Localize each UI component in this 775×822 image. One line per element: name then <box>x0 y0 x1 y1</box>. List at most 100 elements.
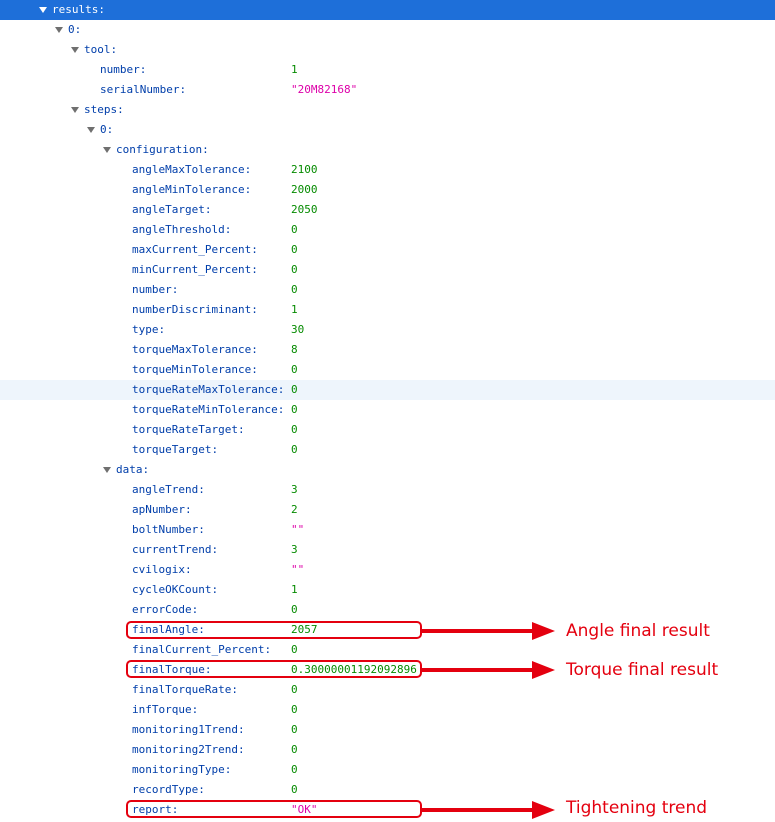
row-value: 0 <box>291 703 298 716</box>
tree-row[interactable]: angleMinTolerance: 2000 <box>0 180 775 200</box>
row-value: 2000 <box>291 183 318 196</box>
highlight-box-final-torque <box>126 660 422 678</box>
row-key: cycleOKCount: <box>132 583 219 596</box>
tree-node-step-0[interactable]: 0: <box>0 120 775 140</box>
row-value: "20M82168" <box>291 83 358 96</box>
row-value: 0 <box>291 763 298 776</box>
tree-row[interactable]: torqueTarget: 0 <box>0 440 775 460</box>
row-value: 0 <box>291 383 298 396</box>
row-value: 0 <box>291 263 298 276</box>
chevron-down-icon[interactable] <box>71 107 79 113</box>
tree-row[interactable]: torqueRateTarget: 0 <box>0 420 775 440</box>
row-key: number: <box>132 283 179 296</box>
row-key: maxCurrent_Percent: <box>132 243 258 256</box>
arrow-right-icon <box>532 661 555 679</box>
tree-row[interactable]: torqueRateMinTolerance: 0 <box>0 400 775 420</box>
annotation-angle: Angle final result <box>566 621 710 641</box>
tree-row[interactable]: apNumber: 2 <box>0 500 775 520</box>
tree-row[interactable]: maxCurrent_Percent: 0 <box>0 240 775 260</box>
tree-node-results[interactable]: results: <box>0 0 775 20</box>
row-value: 0 <box>291 603 298 616</box>
tree-row[interactable]: cycleOKCount: 1 <box>0 580 775 600</box>
tree-row[interactable]: angleTrend: 3 <box>0 480 775 500</box>
row-key: torqueMinTolerance: <box>132 363 258 376</box>
node-label: data: <box>116 463 150 476</box>
row-value: 1 <box>291 583 298 596</box>
tree-row[interactable]: monitoringType: 0 <box>0 760 775 780</box>
row-key: errorCode: <box>132 603 199 616</box>
tree-row[interactable]: minCurrent_Percent: 0 <box>0 260 775 280</box>
row-key: angleMinTolerance: <box>132 183 252 196</box>
node-label: 0: <box>100 123 114 136</box>
tree-row[interactable]: angleThreshold: 0 <box>0 220 775 240</box>
tree-row[interactable]: torqueMinTolerance: 0 <box>0 360 775 380</box>
highlight-box-final-angle <box>126 621 422 639</box>
row-key: torqueMaxTolerance: <box>132 343 258 356</box>
row-key: angleTrend: <box>132 483 205 496</box>
row-value: 8 <box>291 343 298 356</box>
row-value: 0 <box>291 443 298 456</box>
node-label: tool: <box>84 43 118 56</box>
row-value: 0 <box>291 283 298 296</box>
row-value: 1 <box>291 63 298 76</box>
tree-row[interactable]: finalTorqueRate: 0 <box>0 680 775 700</box>
row-key: torqueRateTarget: <box>132 423 245 436</box>
node-label: configuration: <box>116 143 209 156</box>
tree-row[interactable]: infTorque: 0 <box>0 700 775 720</box>
chevron-down-icon[interactable] <box>103 147 111 153</box>
tree-row[interactable]: cvilogix: "" <box>0 560 775 580</box>
tree-row[interactable]: angleMaxTolerance: 2100 <box>0 160 775 180</box>
tree-row[interactable]: angleTarget: 2050 <box>0 200 775 220</box>
row-key: monitoring2Trend: <box>132 743 245 756</box>
tree-row[interactable]: numberDiscriminant: 1 <box>0 300 775 320</box>
row-key: currentTrend: <box>132 543 219 556</box>
tree-row[interactable]: number: 0 <box>0 280 775 300</box>
tree-row[interactable]: torqueMaxTolerance: 8 <box>0 340 775 360</box>
tree-node-result-0[interactable]: 0: <box>0 20 775 40</box>
tree-row[interactable]: serialNumber: "20M82168" <box>0 80 775 100</box>
row-value: 0 <box>291 223 298 236</box>
chevron-down-icon[interactable] <box>87 127 95 133</box>
row-key: torqueRateMinTolerance: <box>132 403 285 416</box>
highlight-box-report <box>126 800 422 818</box>
arrow-right-icon <box>532 622 555 640</box>
tree-row[interactable]: monitoring2Trend: 0 <box>0 740 775 760</box>
tree-row[interactable]: torqueRateMaxTolerance: 0 <box>0 380 775 400</box>
row-value: 0 <box>291 723 298 736</box>
row-key: infTorque: <box>132 703 199 716</box>
row-key: torqueTarget: <box>132 443 219 456</box>
chevron-down-icon[interactable] <box>103 467 111 473</box>
tree-node-configuration[interactable]: configuration: <box>0 140 775 160</box>
tree-row[interactable]: finalCurrent_Percent: 0 <box>0 640 775 660</box>
row-key: angleTarget: <box>132 203 212 216</box>
tree-row[interactable]: errorCode: 0 <box>0 600 775 620</box>
chevron-down-icon[interactable] <box>55 27 63 33</box>
tree-node-steps[interactable]: steps: <box>0 100 775 120</box>
row-value: 0 <box>291 403 298 416</box>
tree-row[interactable]: monitoring1Trend: 0 <box>0 720 775 740</box>
row-value: 2100 <box>291 163 318 176</box>
tree-node-tool[interactable]: tool: <box>0 40 775 60</box>
row-value: 0 <box>291 243 298 256</box>
row-key: apNumber: <box>132 503 192 516</box>
row-value: 3 <box>291 483 298 496</box>
row-value: 0 <box>291 683 298 696</box>
row-value: 2050 <box>291 203 318 216</box>
chevron-down-icon[interactable] <box>39 7 47 13</box>
row-value: "" <box>291 563 305 576</box>
row-key: numberDiscriminant: <box>132 303 258 316</box>
arrow-line <box>421 629 533 633</box>
row-key: boltNumber: <box>132 523 205 536</box>
arrow-line <box>421 808 533 812</box>
row-key: number: <box>100 63 147 76</box>
node-label: results: <box>52 3 105 16</box>
tree-row[interactable]: currentTrend: 3 <box>0 540 775 560</box>
tree-row[interactable]: number: 1 <box>0 60 775 80</box>
annotation-trend: Tightening trend <box>566 798 708 818</box>
chevron-down-icon[interactable] <box>71 47 79 53</box>
tree-node-data[interactable]: data: <box>0 460 775 480</box>
tree-row[interactable]: type: 30 <box>0 320 775 340</box>
tree-row[interactable]: boltNumber: "" <box>0 520 775 540</box>
row-key: recordType: <box>132 783 205 796</box>
row-key: angleThreshold: <box>132 223 232 236</box>
